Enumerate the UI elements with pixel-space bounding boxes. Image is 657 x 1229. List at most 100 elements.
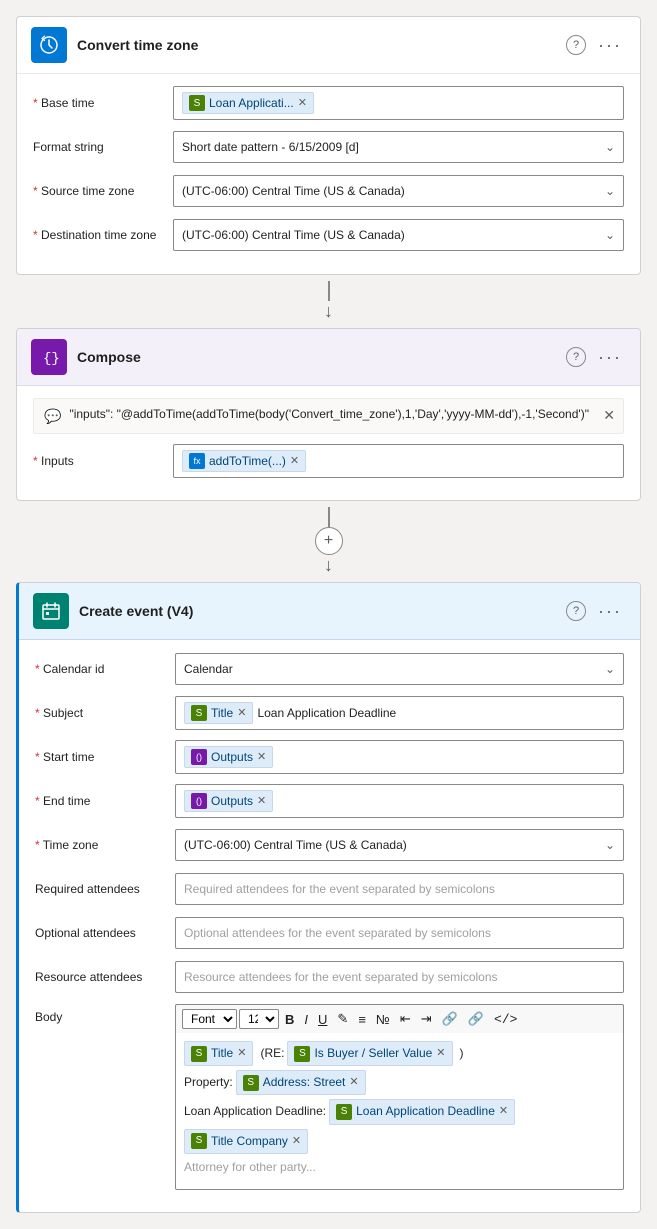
- dest-tz-value: (UTC-06:00) Central Time (US & Canada): [182, 228, 405, 242]
- body-address-icon: S: [243, 1075, 259, 1091]
- time-zone-value: (UTC-06:00) Central Time (US & Canada): [184, 838, 407, 852]
- subject-field[interactable]: S Title ✕ Loan Application Deadline: [175, 696, 624, 730]
- body-buyer-seller-icon: S: [294, 1046, 310, 1062]
- hint-close-button[interactable]: ✕: [603, 407, 615, 424]
- optional-attendees-label: Optional attendees: [35, 926, 175, 940]
- resource-attendees-label: Resource attendees: [35, 970, 175, 984]
- code-braces-icon: {}: [39, 347, 59, 367]
- hint-icon: 💬: [44, 408, 61, 425]
- base-time-row: Base time S Loan Applicati... ✕: [33, 86, 624, 120]
- inputs-row: Inputs fx addToTime(...) ✕: [33, 444, 624, 478]
- compose-menu-button[interactable]: ···: [594, 345, 626, 370]
- add-connector: + ↓: [315, 501, 343, 582]
- unlink-button[interactable]: 🔗: [464, 1009, 488, 1029]
- convert-time-zone-header: Convert time zone ? ···: [17, 17, 640, 74]
- subject-extra-text: Loan Application Deadline: [257, 706, 396, 720]
- resource-attendees-field[interactable]: Resource attendees for the event separat…: [175, 961, 624, 993]
- convert-menu-button[interactable]: ···: [594, 33, 626, 58]
- inputs-label: Inputs: [33, 454, 173, 468]
- calendar-icon: [41, 601, 61, 621]
- end-time-token-icon: (): [191, 793, 207, 809]
- body-line-5: Attorney for other party...: [184, 1158, 615, 1177]
- body-address-remove[interactable]: ✕: [349, 1077, 358, 1088]
- format-string-row: Format string Short date pattern - 6/15/…: [33, 130, 624, 164]
- compose-body: 💬 "inputs": "@addToTime(addToTime(body('…: [17, 386, 640, 500]
- base-time-token-remove[interactable]: ✕: [298, 98, 307, 109]
- body-buyer-seller-remove[interactable]: ✕: [436, 1048, 445, 1059]
- dest-tz-row: Destination time zone (UTC-06:00) Centra…: [33, 218, 624, 252]
- create-event-actions: ? ···: [566, 599, 626, 624]
- end-time-field[interactable]: () Outputs ✕: [175, 784, 624, 818]
- link-button[interactable]: 🔗: [438, 1009, 462, 1029]
- body-line-4: S Title Company ✕: [184, 1129, 615, 1154]
- convert-help-icon[interactable]: ?: [566, 35, 586, 55]
- format-string-arrow: ⌄: [605, 140, 615, 154]
- format-string-dropdown[interactable]: Short date pattern - 6/15/2009 [d] ⌄: [173, 131, 624, 163]
- body-label: Body: [35, 1004, 175, 1024]
- body-editor[interactable]: S Title ✕ (RE: S Is Buyer / Seller Value…: [175, 1033, 624, 1190]
- dest-tz-dropdown[interactable]: (UTC-06:00) Central Time (US & Canada) ⌄: [173, 219, 624, 251]
- calendar-id-dropdown[interactable]: Calendar ⌄: [175, 653, 624, 685]
- subject-token-icon: S: [191, 705, 207, 721]
- start-time-token: () Outputs ✕: [184, 746, 273, 768]
- decrease-indent-button[interactable]: ⇤: [396, 1009, 415, 1029]
- compose-icon: {}: [31, 339, 67, 375]
- body-line-3: Loan Application Deadline: S Loan Applic…: [184, 1099, 615, 1124]
- required-attendees-placeholder: Required attendees for the event separat…: [184, 882, 495, 896]
- add-step-button[interactable]: +: [315, 527, 343, 555]
- increase-indent-button[interactable]: ⇥: [417, 1009, 436, 1029]
- create-event-menu-button[interactable]: ···: [594, 599, 626, 624]
- end-time-token-remove[interactable]: ✕: [257, 796, 266, 807]
- body-token-buyer-seller: S Is Buyer / Seller Value ✕: [287, 1041, 452, 1066]
- start-time-label: Start time: [35, 750, 175, 764]
- source-tz-dropdown[interactable]: (UTC-06:00) Central Time (US & Canada) ⌄: [173, 175, 624, 207]
- calendar-id-value: Calendar: [184, 662, 233, 676]
- create-event-card: Create event (V4) ? ··· Calendar id Cale…: [16, 582, 641, 1213]
- inputs-token-remove[interactable]: ✕: [290, 456, 299, 467]
- down-arrow-1: ↓: [324, 301, 333, 322]
- time-zone-dropdown[interactable]: (UTC-06:00) Central Time (US & Canada) ⌄: [175, 829, 624, 861]
- required-attendees-field[interactable]: Required attendees for the event separat…: [175, 873, 624, 905]
- body-loan-deadline-remove[interactable]: ✕: [499, 1106, 508, 1117]
- base-time-input[interactable]: S Loan Applicati... ✕: [173, 86, 624, 120]
- convert-actions: ? ···: [566, 33, 626, 58]
- bold-button[interactable]: B: [281, 1010, 298, 1029]
- calendar-id-label: Calendar id: [35, 662, 175, 676]
- body-loan-deadline-icon: S: [336, 1104, 352, 1120]
- italic-button[interactable]: I: [300, 1010, 312, 1029]
- ordered-list-button[interactable]: №: [372, 1010, 394, 1029]
- optional-attendees-field[interactable]: Optional attendees for the event separat…: [175, 917, 624, 949]
- start-time-field[interactable]: () Outputs ✕: [175, 740, 624, 774]
- dest-tz-label: Destination time zone: [33, 228, 173, 242]
- end-time-label: End time: [35, 794, 175, 808]
- create-event-help-icon[interactable]: ?: [566, 601, 586, 621]
- subject-token-remove[interactable]: ✕: [237, 708, 246, 719]
- unordered-list-button[interactable]: ≡: [354, 1010, 370, 1029]
- resource-attendees-row: Resource attendees Resource attendees fo…: [35, 960, 624, 994]
- highlight-button[interactable]: ✎: [333, 1009, 352, 1029]
- font-select[interactable]: Font: [182, 1009, 237, 1029]
- connector-1: ↓: [324, 275, 333, 328]
- start-time-row: Start time () Outputs ✕: [35, 740, 624, 774]
- source-tz-label: Source time zone: [33, 184, 173, 198]
- down-arrow-2: ↓: [324, 555, 333, 576]
- font-size-select[interactable]: 12: [239, 1009, 279, 1029]
- time-zone-label: Time zone: [35, 838, 175, 852]
- resource-attendees-placeholder: Resource attendees for the event separat…: [184, 970, 498, 984]
- compose-help-icon[interactable]: ?: [566, 347, 586, 367]
- convert-time-zone-card: Convert time zone ? ··· Base time S Loan…: [16, 16, 641, 275]
- inputs-field[interactable]: fx addToTime(...) ✕: [173, 444, 624, 478]
- body-title-company-remove[interactable]: ✕: [292, 1136, 301, 1147]
- body-title-remove[interactable]: ✕: [237, 1048, 246, 1059]
- body-editor-container: Font 12 B I U ✎ ≡ № ⇤ ⇥ 🔗: [175, 1004, 624, 1190]
- underline-button[interactable]: U: [314, 1010, 331, 1029]
- optional-attendees-row: Optional attendees Optional attendees fo…: [35, 916, 624, 950]
- calendar-id-row: Calendar id Calendar ⌄: [35, 652, 624, 686]
- start-time-token-remove[interactable]: ✕: [257, 752, 266, 763]
- convert-icon: [31, 27, 67, 63]
- dest-tz-arrow: ⌄: [605, 228, 615, 242]
- code-button[interactable]: </>: [490, 1010, 521, 1029]
- body-title-company-icon: S: [191, 1133, 207, 1149]
- subject-label: Subject: [35, 706, 175, 720]
- compose-card: {} Compose ? ··· 💬 "inputs": "@addToTime…: [16, 328, 641, 501]
